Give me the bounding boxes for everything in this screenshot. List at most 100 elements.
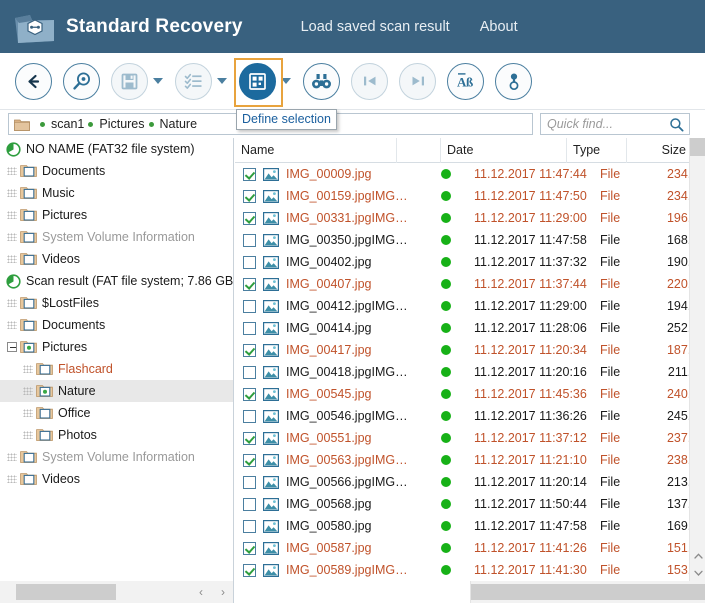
tree-item-scan-result-fat-file-system-7-86-gb-in-56[interactable]: Scan result (FAT file system; 7.86 GB in… bbox=[0, 270, 233, 292]
table-row[interactable]: IMG_00009.jpg 11.12.2017 11:47:44 File 234.… bbox=[235, 163, 705, 185]
row-checkbox[interactable] bbox=[243, 365, 256, 379]
table-row[interactable]: IMG_00417.jpg 11.12.2017 11:20:34 File 187.… bbox=[235, 339, 705, 361]
table-row[interactable]: IMG_00412.jpgIMG… 11.12.2017 11:29:00 File… bbox=[235, 295, 705, 317]
find-files-button[interactable] bbox=[303, 62, 340, 100]
file-list-hscroll-thumb[interactable] bbox=[471, 584, 705, 600]
encoding-button[interactable]: A ß bbox=[447, 62, 484, 100]
define-selection-button[interactable] bbox=[234, 57, 283, 107]
table-row[interactable]: IMG_00589.jpgIMG… 11.12.2017 11:41:30 File… bbox=[235, 559, 705, 581]
column-header-size[interactable]: Size bbox=[627, 138, 693, 163]
row-checkbox[interactable] bbox=[243, 233, 256, 247]
save-dropdown-caret[interactable] bbox=[153, 78, 163, 84]
tree-item-music[interactable]: Music bbox=[0, 182, 233, 204]
list-options-button[interactable] bbox=[175, 62, 212, 100]
breadcrumb-item-nature[interactable]: Nature bbox=[145, 117, 197, 131]
tree-item-lostfiles[interactable]: $LostFiles bbox=[0, 292, 233, 314]
row-checkbox[interactable] bbox=[243, 475, 256, 489]
table-row[interactable]: IMG_00551.jpg 11.12.2017 11:37:12 File 237.… bbox=[235, 427, 705, 449]
table-row[interactable]: IMG_00568.jpg 11.12.2017 11:50:44 File 137.… bbox=[235, 493, 705, 515]
table-row[interactable]: IMG_00587.jpg 11.12.2017 11:41:26 File 151.… bbox=[235, 537, 705, 559]
table-row[interactable]: IMG_00159.jpgIMG… 11.12.2017 11:47:50 File… bbox=[235, 185, 705, 207]
row-checkbox[interactable] bbox=[243, 541, 256, 555]
cell-status bbox=[424, 323, 468, 333]
row-checkbox[interactable] bbox=[243, 409, 256, 423]
row-checkbox[interactable] bbox=[243, 563, 256, 577]
table-row[interactable]: IMG_00566.jpgIMG… 11.12.2017 11:20:14 File… bbox=[235, 471, 705, 493]
row-checkbox[interactable] bbox=[243, 299, 256, 313]
previous-match-button[interactable] bbox=[351, 62, 388, 100]
cell-type: File bbox=[600, 233, 621, 247]
row-checkbox[interactable] bbox=[243, 189, 256, 203]
table-row[interactable]: IMG_00331.jpgIMG… 11.12.2017 11:29:00 File… bbox=[235, 207, 705, 229]
row-checkbox[interactable] bbox=[243, 167, 256, 181]
tree-item-flashcard[interactable]: Flashcard bbox=[0, 358, 233, 380]
tree-item-videos[interactable]: Videos bbox=[0, 468, 233, 490]
table-row[interactable]: IMG_00563.jpgIMG… 11.12.2017 11:21:10 File… bbox=[235, 449, 705, 471]
tree-collapse-toggle[interactable] bbox=[7, 342, 17, 352]
column-header-date[interactable]: Date bbox=[441, 138, 567, 163]
define-selection-dropdown-caret[interactable] bbox=[281, 78, 291, 84]
search-input[interactable] bbox=[541, 114, 663, 134]
row-checkbox[interactable] bbox=[243, 497, 256, 511]
next-match-button[interactable] bbox=[399, 62, 436, 100]
file-list-vertical-scrollbar[interactable] bbox=[689, 138, 705, 581]
tree-item-system-volume-information[interactable]: System Volume Information bbox=[0, 446, 233, 468]
row-checkbox[interactable] bbox=[243, 453, 256, 467]
tree-item-documents[interactable]: Documents bbox=[0, 160, 233, 182]
row-checkbox[interactable] bbox=[243, 387, 256, 401]
tree-item-system-volume-information[interactable]: System Volume Information bbox=[0, 226, 233, 248]
list-options-dropdown-caret[interactable] bbox=[217, 78, 227, 84]
tree-item-office[interactable]: Office bbox=[0, 402, 233, 424]
menu-about[interactable]: About bbox=[480, 19, 518, 35]
folder-icon bbox=[20, 319, 37, 331]
search-scan-button[interactable] bbox=[63, 62, 100, 100]
image-file-icon bbox=[263, 189, 279, 203]
column-header-name[interactable]: Name bbox=[235, 138, 397, 163]
column-header-status[interactable] bbox=[397, 138, 441, 163]
tree-hscroll-thumb[interactable] bbox=[16, 584, 116, 600]
table-row[interactable]: IMG_00414.jpg 11.12.2017 11:28:06 File 252.… bbox=[235, 317, 705, 339]
table-row[interactable]: IMG_00350.jpgIMG… 11.12.2017 11:47:58 File… bbox=[235, 229, 705, 251]
table-row[interactable]: IMG_00407.jpg 11.12.2017 11:37:44 File 220.… bbox=[235, 273, 705, 295]
tree-item-nature[interactable]: Nature bbox=[0, 380, 233, 402]
tree-item-documents[interactable]: Documents bbox=[0, 314, 233, 336]
cell-type: File bbox=[600, 453, 621, 467]
main-menu: Load saved scan result About bbox=[301, 19, 518, 35]
quick-find-box[interactable] bbox=[540, 113, 690, 135]
user-profile-button[interactable] bbox=[495, 62, 532, 100]
menu-load-saved-scan-result[interactable]: Load saved scan result bbox=[301, 19, 450, 35]
row-checkbox[interactable] bbox=[243, 431, 256, 445]
tree-hscroll-left-arrow[interactable]: ‹ bbox=[190, 581, 212, 603]
column-header-type[interactable]: Type bbox=[567, 138, 627, 163]
file-list-scroll-down-arrow[interactable] bbox=[690, 564, 705, 581]
file-list-scroll-up-arrow[interactable] bbox=[690, 547, 705, 564]
row-checkbox[interactable] bbox=[243, 277, 256, 291]
tree-horizontal-scrollbar[interactable]: ‹ › bbox=[0, 581, 233, 603]
table-row[interactable]: IMG_00545.jpg 11.12.2017 11:45:36 File 240.… bbox=[235, 383, 705, 405]
table-row[interactable]: IMG_00546.jpgIMG… 11.12.2017 11:36:26 File… bbox=[235, 405, 705, 427]
save-button[interactable] bbox=[111, 62, 148, 100]
table-row[interactable]: IMG_00418.jpgIMG… 11.12.2017 11:20:16 File… bbox=[235, 361, 705, 383]
tree-item-no-name-fat32-file-system[interactable]: NO NAME (FAT32 file system) bbox=[0, 138, 233, 160]
table-row[interactable]: IMG_00402.jpg 11.12.2017 11:37:32 File 190.… bbox=[235, 251, 705, 273]
row-checkbox[interactable] bbox=[243, 343, 256, 357]
person-icon bbox=[509, 73, 518, 90]
table-row[interactable]: IMG_00580.jpg 11.12.2017 11:47:58 File 169.… bbox=[235, 515, 705, 537]
breadcrumb-separator-dot bbox=[88, 121, 94, 127]
row-checkbox[interactable] bbox=[243, 211, 256, 225]
tree-item-pictures[interactable]: Pictures bbox=[0, 336, 233, 358]
tree-item-videos[interactable]: Videos bbox=[0, 248, 233, 270]
tree-hscroll-right-arrow[interactable]: › bbox=[212, 581, 233, 603]
row-checkbox[interactable] bbox=[243, 255, 256, 269]
row-checkbox[interactable] bbox=[243, 519, 256, 533]
search-icon[interactable] bbox=[663, 114, 689, 134]
tree-item-pictures[interactable]: Pictures bbox=[0, 204, 233, 226]
breadcrumb-item-pictures[interactable]: Pictures bbox=[84, 117, 145, 131]
file-list-vscroll-thumb[interactable] bbox=[690, 138, 705, 156]
row-checkbox[interactable] bbox=[243, 321, 256, 335]
tree-indent bbox=[4, 189, 20, 197]
file-list-horizontal-scrollbar[interactable]: ‹ › bbox=[470, 581, 705, 603]
breadcrumb-item-scan1[interactable]: scan1 bbox=[36, 117, 84, 131]
back-button[interactable] bbox=[15, 62, 52, 100]
tree-item-photos[interactable]: Photos bbox=[0, 424, 233, 446]
